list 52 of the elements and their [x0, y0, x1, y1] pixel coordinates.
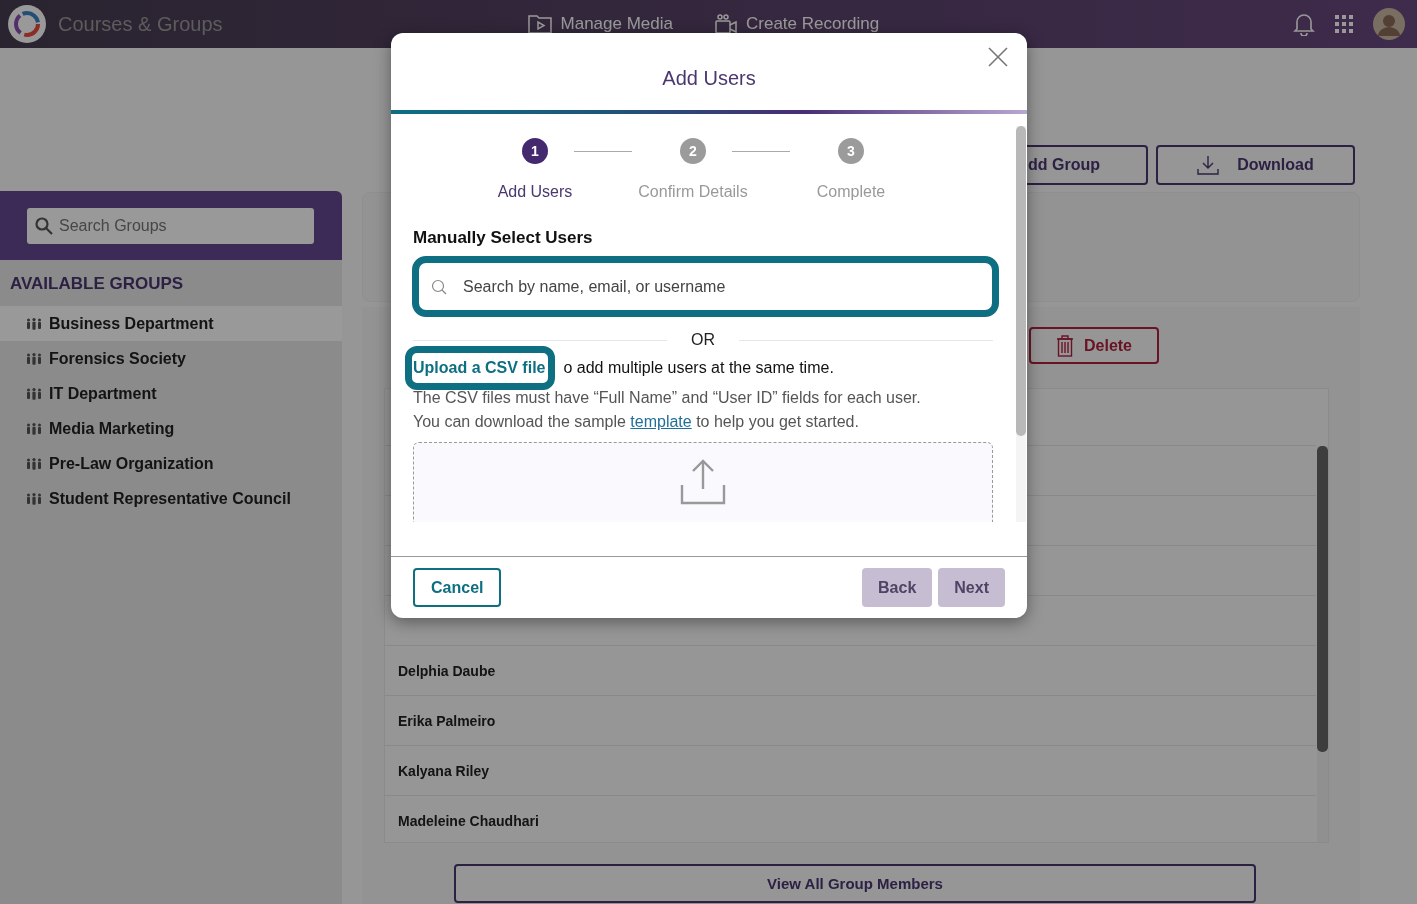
app-title: Courses & Groups	[58, 12, 223, 36]
view-all-button[interactable]: View All Group Members	[454, 864, 1256, 903]
divider-label: OR	[691, 331, 715, 349]
nav-link[interactable]: Manage Media	[527, 14, 673, 34]
people-icon	[26, 492, 42, 505]
step-label: Add Users	[497, 183, 573, 201]
member-name: Kalyana Riley	[398, 762, 490, 779]
step-number: 2	[680, 138, 706, 164]
user-search-field[interactable]: Search by name, email, or username	[412, 256, 999, 317]
people-icon	[26, 352, 42, 365]
people-icon	[26, 422, 42, 435]
group-item[interactable]: Media Marketing	[0, 411, 342, 446]
step-label: Complete	[816, 183, 886, 201]
template-link[interactable]: template	[630, 413, 692, 430]
group-item[interactable]: Student Representative Council	[0, 481, 342, 516]
member-name: Erika Palmeiro	[398, 712, 496, 729]
group-item[interactable]: Pre-Law Organization	[0, 446, 342, 481]
logo-icon[interactable]	[8, 5, 46, 43]
upload-csv-link[interactable]: Upload a CSV file	[405, 346, 556, 390]
step-number: 1	[522, 138, 548, 164]
help-text: You can download the sample template to help you get started.	[413, 412, 860, 432]
avatar-icon[interactable]	[1373, 8, 1405, 40]
nav-link[interactable]: Create Recording	[715, 14, 880, 34]
people-icon	[26, 317, 42, 330]
step-label: Confirm Details	[638, 183, 748, 201]
upload-icon	[680, 459, 726, 505]
search-icon	[431, 279, 447, 295]
delete-button[interactable]: Delete	[1029, 327, 1159, 364]
group-item[interactable]: Forensics Society	[0, 341, 342, 376]
search-field[interactable]: Search Groups	[27, 208, 314, 244]
section-heading: AVAILABLE GROUPS	[9, 273, 185, 295]
download-button[interactable]: Download	[1156, 145, 1355, 185]
section-title: Manually Select Users	[413, 228, 594, 248]
dialog-title: Add Users	[662, 67, 756, 91]
download-icon	[1197, 155, 1220, 175]
scrollbar[interactable]	[1317, 446, 1328, 842]
member-name: Delphia Daube	[398, 662, 496, 679]
dialog-button[interactable]: Cancel	[413, 568, 502, 607]
group-item[interactable]: Business Department	[0, 306, 342, 341]
group-item[interactable]: IT Department	[0, 376, 342, 411]
search-icon	[35, 217, 53, 235]
trash-icon	[1056, 334, 1074, 357]
member-name: Madeleine Chaudhari	[398, 812, 539, 829]
close-icon[interactable]	[988, 47, 1008, 67]
scrollbar[interactable]	[1016, 126, 1026, 522]
help-text: The CSV files must have “Full Name” and “User ID” fields for each user.	[413, 388, 922, 408]
bell-icon[interactable]	[1293, 12, 1315, 36]
step-number: 3	[838, 138, 864, 164]
people-icon	[26, 457, 42, 470]
apps-grid-icon[interactable]	[1335, 15, 1353, 33]
people-icon	[26, 387, 42, 400]
upload-instruction: o add multiple users at the same time.	[563, 359, 834, 377]
